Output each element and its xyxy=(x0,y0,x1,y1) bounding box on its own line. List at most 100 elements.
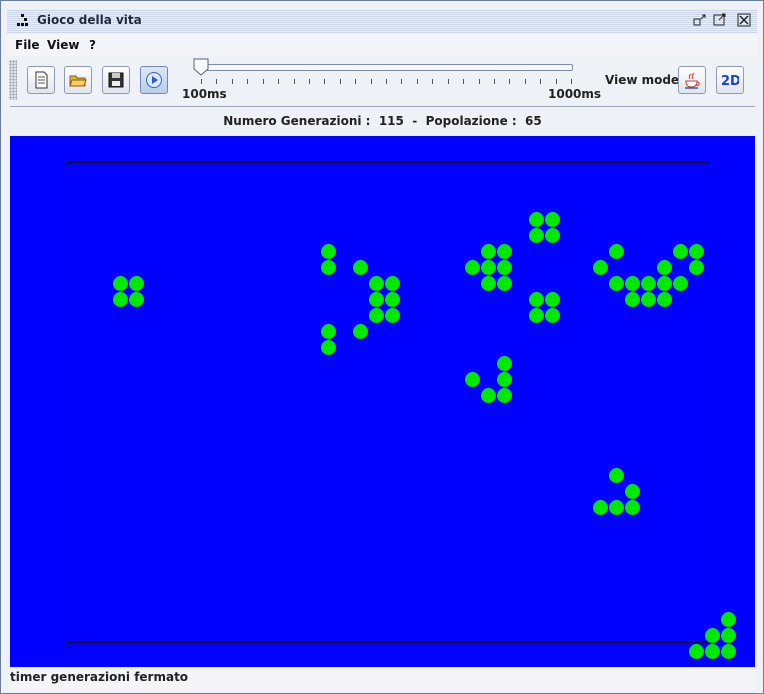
live-cell[interactable] xyxy=(385,308,400,323)
live-cell[interactable] xyxy=(689,644,704,659)
speed-slider[interactable] xyxy=(199,64,573,71)
live-cell[interactable] xyxy=(545,212,560,227)
live-cell[interactable] xyxy=(705,628,720,643)
slider-tick xyxy=(509,79,510,84)
live-cell[interactable] xyxy=(465,260,480,275)
live-cell[interactable] xyxy=(129,276,144,291)
open-button[interactable] xyxy=(64,66,92,94)
status-text: timer generazioni fermato xyxy=(10,670,189,684)
slider-tick xyxy=(201,79,202,84)
speed-slider-thumb[interactable] xyxy=(193,58,209,76)
live-cell[interactable] xyxy=(465,372,480,387)
live-cell[interactable] xyxy=(721,628,736,643)
app-window: Gioco della vita File View ? 100ms 1000m… xyxy=(0,0,764,694)
slider-tick xyxy=(309,79,310,84)
live-cell[interactable] xyxy=(625,484,640,499)
live-cell[interactable] xyxy=(353,260,368,275)
live-cell[interactable] xyxy=(545,292,560,307)
menu-help[interactable]: ? xyxy=(89,38,96,52)
slider-tick xyxy=(401,79,402,84)
maximize-icon[interactable] xyxy=(713,13,727,27)
live-cell[interactable] xyxy=(657,292,672,307)
live-cell[interactable] xyxy=(721,644,736,659)
live-cell[interactable] xyxy=(673,244,688,259)
restore-icon[interactable] xyxy=(693,13,707,27)
live-cell[interactable] xyxy=(641,276,656,291)
open-folder-icon xyxy=(69,75,87,87)
live-cell[interactable] xyxy=(497,356,512,371)
live-cell[interactable] xyxy=(657,260,672,275)
play-button[interactable] xyxy=(140,66,168,94)
live-cell[interactable] xyxy=(481,244,496,259)
live-cell[interactable] xyxy=(529,292,544,307)
slider-tick xyxy=(340,79,341,84)
live-cell[interactable] xyxy=(369,276,384,291)
live-cell[interactable] xyxy=(529,308,544,323)
live-cell[interactable] xyxy=(481,276,496,291)
menu-view[interactable]: View xyxy=(47,38,79,52)
live-cell[interactable] xyxy=(609,244,624,259)
live-cell[interactable] xyxy=(641,292,656,307)
live-cell[interactable] xyxy=(497,260,512,275)
close-icon[interactable] xyxy=(737,13,751,27)
live-cell[interactable] xyxy=(321,324,336,339)
slider-tick xyxy=(247,79,248,84)
live-cell[interactable] xyxy=(113,276,128,291)
menu-file[interactable]: File xyxy=(15,38,40,52)
live-cell[interactable] xyxy=(545,228,560,243)
slider-tick xyxy=(386,79,387,84)
slider-tick xyxy=(479,79,480,84)
slider-tick xyxy=(525,79,526,84)
live-cell[interactable] xyxy=(609,468,624,483)
live-cell[interactable] xyxy=(497,244,512,259)
live-cell[interactable] xyxy=(385,276,400,291)
population-value: 65 xyxy=(525,114,542,128)
live-cell[interactable] xyxy=(321,260,336,275)
live-cell[interactable] xyxy=(673,276,688,291)
live-cell[interactable] xyxy=(113,292,128,307)
live-cell[interactable] xyxy=(481,260,496,275)
live-cell[interactable] xyxy=(481,388,496,403)
live-cell[interactable] xyxy=(369,292,384,307)
live-cell[interactable] xyxy=(625,500,640,515)
live-cell[interactable] xyxy=(321,340,336,355)
live-cell[interactable] xyxy=(657,276,672,291)
slider-tick xyxy=(556,79,557,84)
slider-tick xyxy=(540,79,541,84)
live-cell[interactable] xyxy=(497,388,512,403)
slider-tick xyxy=(324,79,325,84)
game-board[interactable] xyxy=(65,162,736,659)
live-cell[interactable] xyxy=(497,276,512,291)
game-canvas[interactable] xyxy=(10,136,755,667)
live-cell[interactable] xyxy=(625,276,640,291)
view-2d-button[interactable]: 2D xyxy=(716,66,744,94)
live-cell[interactable] xyxy=(689,260,704,275)
live-cell[interactable] xyxy=(369,308,384,323)
live-cell[interactable] xyxy=(321,244,336,259)
play-icon xyxy=(146,72,162,88)
live-cell[interactable] xyxy=(529,212,544,227)
live-cell[interactable] xyxy=(545,308,560,323)
live-cell[interactable] xyxy=(625,292,640,307)
view-3d-button[interactable] xyxy=(678,66,706,94)
live-cell[interactable] xyxy=(593,500,608,515)
new-button[interactable] xyxy=(27,66,55,94)
live-cell[interactable] xyxy=(721,612,736,627)
live-cell[interactable] xyxy=(529,228,544,243)
live-cell[interactable] xyxy=(353,324,368,339)
toolbar-grip[interactable] xyxy=(9,60,17,100)
new-file-icon xyxy=(35,71,48,89)
live-cell[interactable] xyxy=(593,260,608,275)
live-cell[interactable] xyxy=(609,276,624,291)
live-cell[interactable] xyxy=(705,644,720,659)
live-cell[interactable] xyxy=(129,292,144,307)
live-cell[interactable] xyxy=(609,500,624,515)
save-icon xyxy=(108,72,124,88)
save-button[interactable] xyxy=(102,66,130,94)
slider-tick xyxy=(463,79,464,84)
title-bar[interactable]: Gioco della vita xyxy=(7,9,757,33)
slider-min-label: 100ms xyxy=(182,87,227,101)
live-cell[interactable] xyxy=(689,244,704,259)
live-cell[interactable] xyxy=(497,372,512,387)
live-cell[interactable] xyxy=(385,292,400,307)
